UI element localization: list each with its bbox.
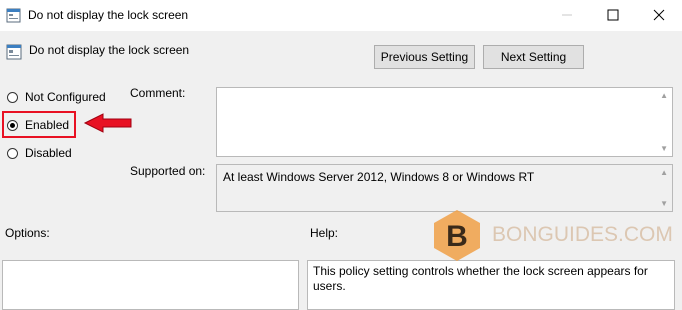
red-arrow-icon bbox=[83, 113, 132, 133]
close-icon bbox=[653, 9, 665, 21]
policy-icon bbox=[6, 8, 21, 23]
watermark-text: BONGUIDES.COM bbox=[492, 223, 673, 246]
scroll-down-icon[interactable]: ▼ bbox=[660, 144, 668, 153]
radio-button[interactable] bbox=[7, 148, 18, 159]
options-label: Options: bbox=[5, 226, 50, 240]
scroll-up-icon[interactable]: ▲ bbox=[660, 91, 668, 100]
supported-on-field: At least Windows Server 2012, Windows 8 … bbox=[216, 164, 673, 212]
maximize-icon bbox=[607, 9, 619, 21]
comment-label: Comment: bbox=[130, 86, 186, 100]
previous-setting-button[interactable]: Previous Setting bbox=[374, 45, 475, 69]
help-text: This policy setting controls whether the… bbox=[313, 264, 648, 293]
highlight-box bbox=[2, 111, 76, 138]
title-bar: Do not display the lock screen bbox=[0, 0, 682, 31]
close-button[interactable] bbox=[636, 0, 682, 31]
logo-letter: B bbox=[446, 220, 468, 253]
scroll-up-icon[interactable]: ▲ bbox=[660, 168, 668, 177]
minimize-button[interactable] bbox=[544, 0, 590, 31]
radio-label: Not Configured bbox=[25, 90, 106, 104]
supported-on-value: At least Windows Server 2012, Windows 8 … bbox=[223, 170, 535, 184]
window-title: Do not display the lock screen bbox=[28, 8, 189, 22]
help-panel: This policy setting controls whether the… bbox=[307, 260, 675, 310]
watermark: B BONGUIDES.COM bbox=[430, 208, 680, 262]
options-panel bbox=[2, 260, 299, 310]
help-label: Help: bbox=[310, 226, 339, 240]
minimize-icon bbox=[562, 14, 572, 16]
comment-field[interactable]: ▲ ▼ bbox=[216, 87, 673, 157]
scroll-down-icon[interactable]: ▼ bbox=[660, 199, 668, 208]
maximize-button[interactable] bbox=[590, 0, 636, 31]
radio-label: Disabled bbox=[25, 146, 72, 160]
supported-on-label: Supported on: bbox=[130, 164, 206, 178]
setting-title: Do not display the lock screen bbox=[29, 43, 190, 57]
next-setting-button[interactable]: Next Setting bbox=[483, 45, 584, 69]
bonguides-logo: B bbox=[434, 210, 480, 261]
radio-button[interactable] bbox=[7, 92, 18, 103]
setting-icon bbox=[6, 44, 22, 60]
